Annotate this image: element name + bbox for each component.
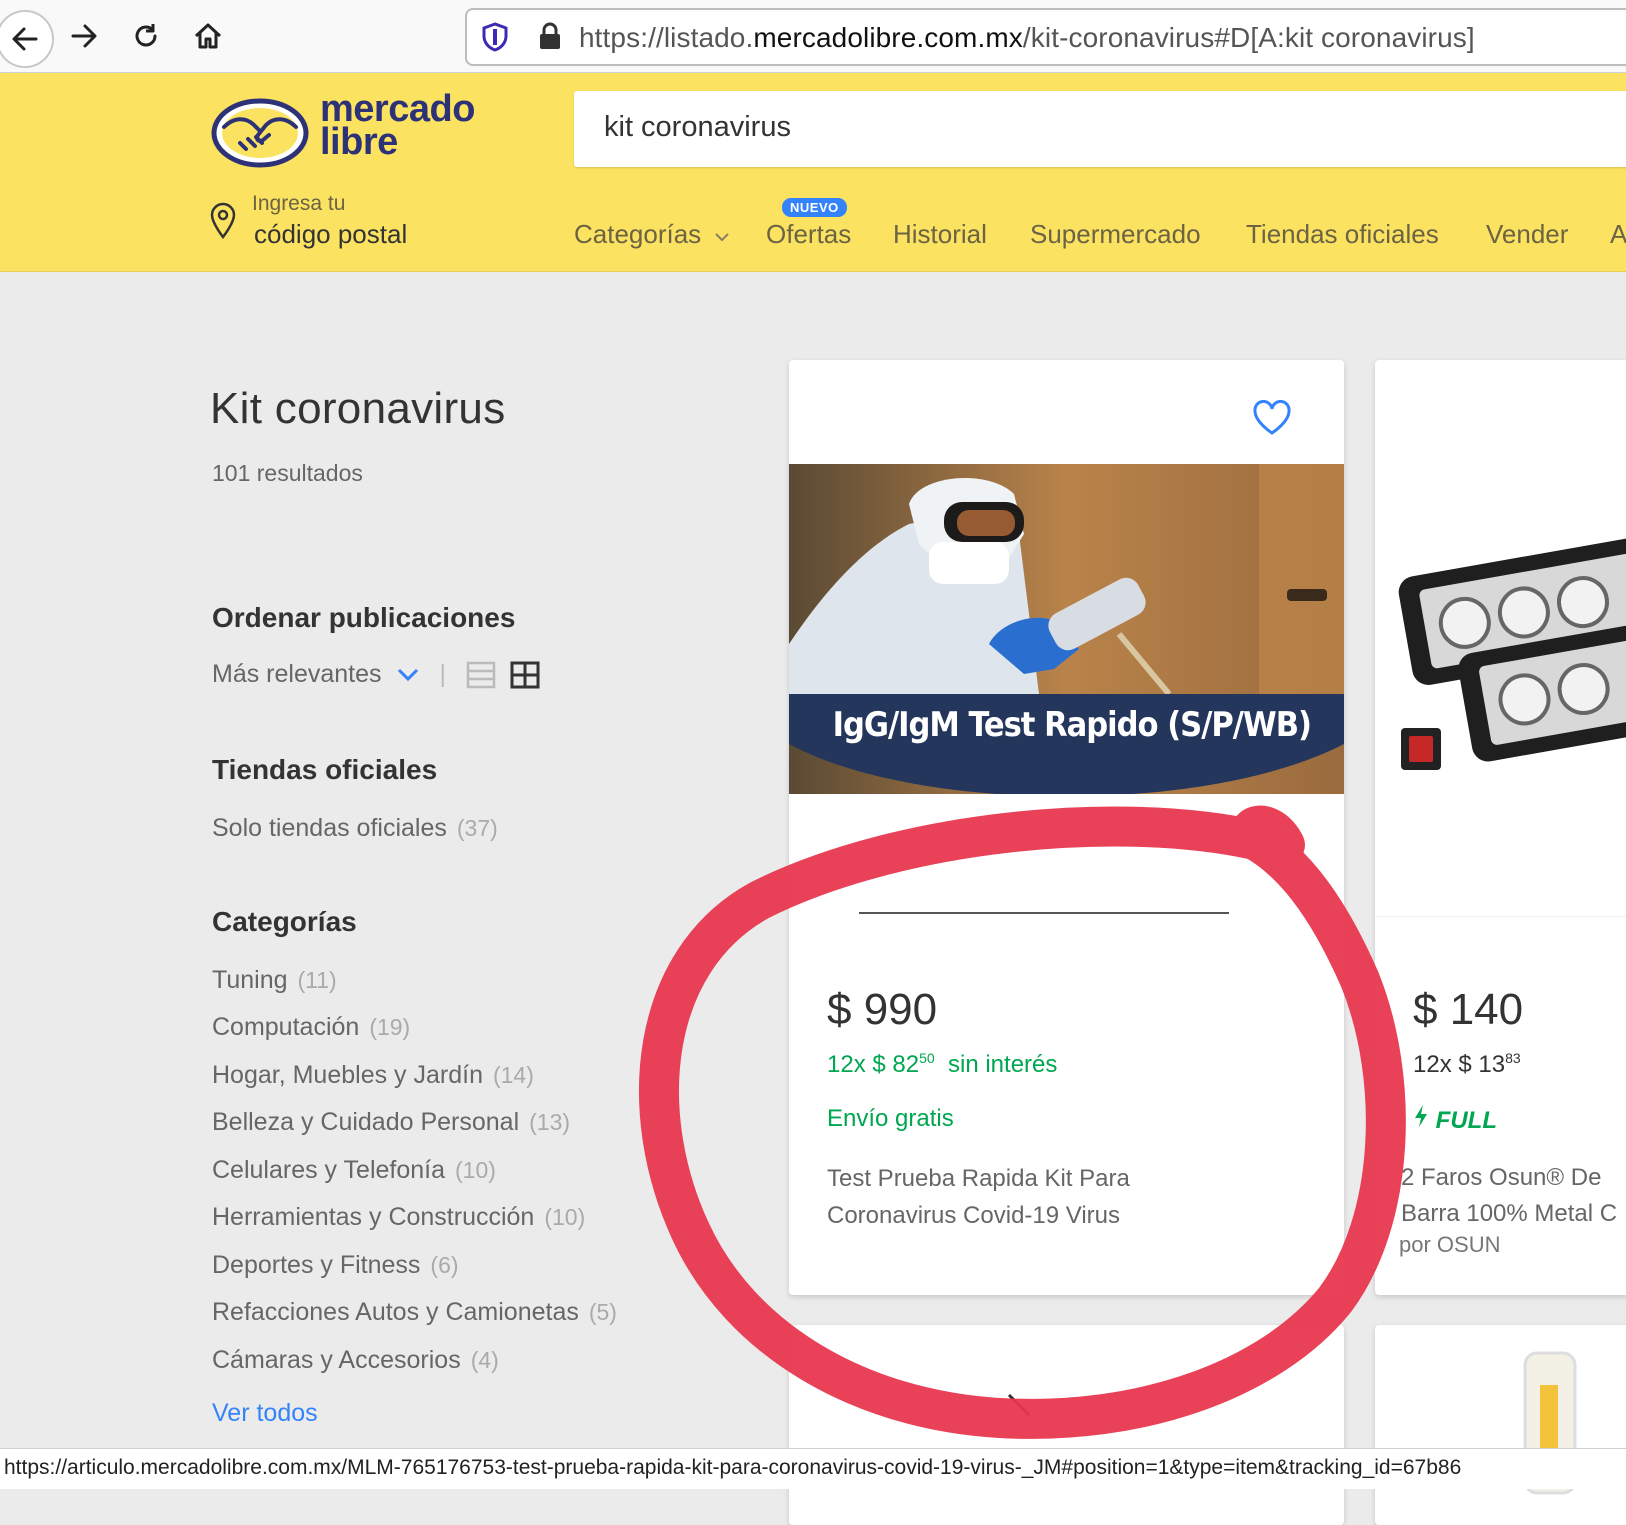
filter-official-stores[interactable]: Solo tiendas oficiales (37) [212, 814, 498, 843]
full-badge: FULL [1413, 1104, 1497, 1135]
product-card[interactable]: $ 140 12x $ 1383 FULL 2 Faros Osun® De B… [1375, 360, 1626, 1295]
menu-ofertas[interactable]: Ofertas [766, 219, 851, 250]
product-price: $ 990 [827, 985, 938, 1034]
menu-more[interactable]: A [1610, 219, 1626, 250]
list-view-icon[interactable] [466, 661, 496, 689]
search-input[interactable]: kit coronavirus [574, 91, 1626, 167]
location-label[interactable]: código postal [254, 219, 407, 250]
url-text: https://listado.mercadolibre.com.mx/kit-… [579, 22, 1475, 53]
category-item[interactable]: Deportes y Fitness (6) [212, 1251, 459, 1280]
back-button[interactable] [0, 10, 54, 68]
product-image [1007, 1393, 1031, 1417]
browser-toolbar: https://listado.mercadolibre.com.mx/kit-… [0, 0, 1626, 73]
handshake-logo-icon [211, 98, 309, 168]
results-count: 101 resultados [212, 460, 363, 486]
category-item[interactable]: Tuning (11) [212, 966, 337, 995]
category-item[interactable]: Celulares y Telefonía (10) [212, 1156, 496, 1185]
official-stores-heading: Tiendas oficiales [212, 754, 438, 785]
arrow-right-icon [71, 24, 97, 48]
product-title[interactable]: 2 Faros Osun® De Barra 100% Metal C [1401, 1160, 1617, 1232]
free-shipping-label: Envío gratis [827, 1105, 954, 1132]
site-header: mercado libre kit coronavirus Ingresa tu… [0, 73, 1626, 272]
menu-vender[interactable]: Vender [1486, 219, 1568, 250]
forward-button[interactable] [62, 14, 106, 58]
menu-supermercado[interactable]: Supermercado [1030, 219, 1201, 250]
sort-heading: Ordenar publicaciones [212, 602, 516, 633]
chevron-down-icon [715, 233, 730, 242]
category-item[interactable]: Refacciones Autos y Camionetas (5) [212, 1298, 617, 1327]
arrow-left-icon [12, 27, 38, 51]
home-icon [194, 23, 222, 49]
product-card[interactable] [789, 1325, 1344, 1525]
product-price: $ 140 [1413, 985, 1524, 1034]
image-caption: IgG/IgM Test Rapido (S/P/WB) [833, 705, 1311, 745]
separator: | [439, 660, 447, 688]
category-item[interactable]: Herramientas y Construcción (10) [212, 1203, 585, 1232]
category-item[interactable]: Cámaras y Accesorios (4) [212, 1346, 499, 1375]
sort-dropdown[interactable]: Más relevantes [212, 660, 382, 689]
categories-heading: Categorías [212, 906, 357, 937]
status-bar: https://articulo.mercadolibre.com.mx/MLM… [0, 1448, 1626, 1489]
divider [1375, 916, 1626, 917]
installments: 12x $ 8250 sin interés [827, 1050, 1058, 1078]
lightning-icon [1415, 1105, 1427, 1127]
product-card[interactable]: IgG/IgM Test Rapido (S/P/WB) $ 990 12x $… [789, 360, 1344, 1295]
logo-wordmark: mercado libre [320, 88, 475, 163]
see-all-link[interactable]: Ver todos [212, 1399, 318, 1428]
grid-view-icon[interactable] [510, 661, 540, 689]
home-button[interactable] [186, 14, 230, 58]
product-image[interactable]: IgG/IgM Test Rapido (S/P/WB) [789, 464, 1344, 794]
status-url: https://articulo.mercadolibre.com.mx/MLM… [4, 1456, 1462, 1479]
product-card[interactable] [1375, 1325, 1626, 1525]
location-hint[interactable]: Ingresa tu [252, 192, 345, 216]
divider [859, 912, 1229, 914]
address-bar[interactable]: https://listado.mercadolibre.com.mx/kit-… [465, 8, 1626, 66]
seller-label: por OSUN [1399, 1232, 1501, 1257]
favorite-heart-icon[interactable] [1252, 400, 1292, 436]
category-item[interactable]: Belleza y Cuidado Personal (13) [212, 1108, 570, 1137]
product-image[interactable] [1375, 500, 1626, 830]
reload-button[interactable] [124, 14, 168, 58]
category-item[interactable]: Hogar, Muebles y Jardín (14) [212, 1061, 534, 1090]
reload-icon [135, 24, 157, 47]
location-pin-icon [210, 202, 236, 240]
category-item[interactable]: Computación (19) [212, 1013, 410, 1042]
sort-controls: Más relevantes | [212, 660, 540, 689]
page-title: Kit coronavirus [210, 384, 506, 433]
lock-icon[interactable] [537, 21, 563, 51]
product-image [1523, 1351, 1577, 1495]
installments: 12x $ 1383 [1413, 1050, 1521, 1078]
menu-historial[interactable]: Historial [893, 219, 987, 250]
shield-icon[interactable] [481, 22, 509, 52]
new-badge: NUEVO [782, 198, 847, 217]
menu-categorias[interactable]: Categorías [574, 219, 730, 250]
chevron-down-icon[interactable] [396, 667, 420, 683]
product-title[interactable]: Test Prueba Rapida Kit Para Coronavirus … [827, 1160, 1247, 1234]
menu-tiendas-oficiales[interactable]: Tiendas oficiales [1246, 219, 1439, 250]
